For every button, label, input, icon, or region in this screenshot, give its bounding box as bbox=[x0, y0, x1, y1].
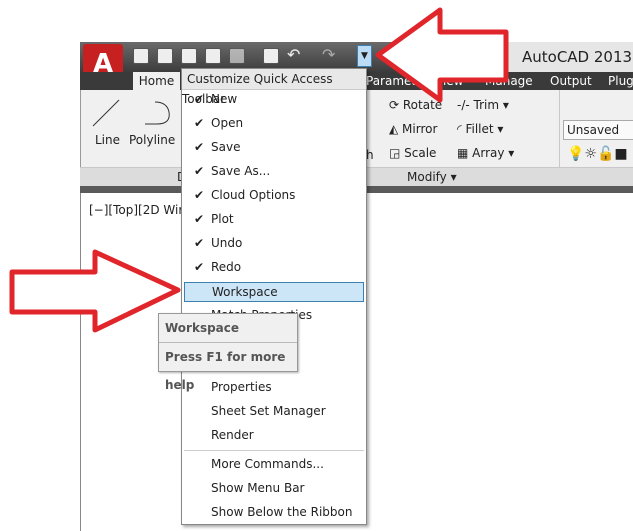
arrow-top-annotation bbox=[375, 7, 509, 103]
annotation-arrows bbox=[9, 7, 509, 333]
arrow-left-annotation bbox=[9, 249, 181, 333]
